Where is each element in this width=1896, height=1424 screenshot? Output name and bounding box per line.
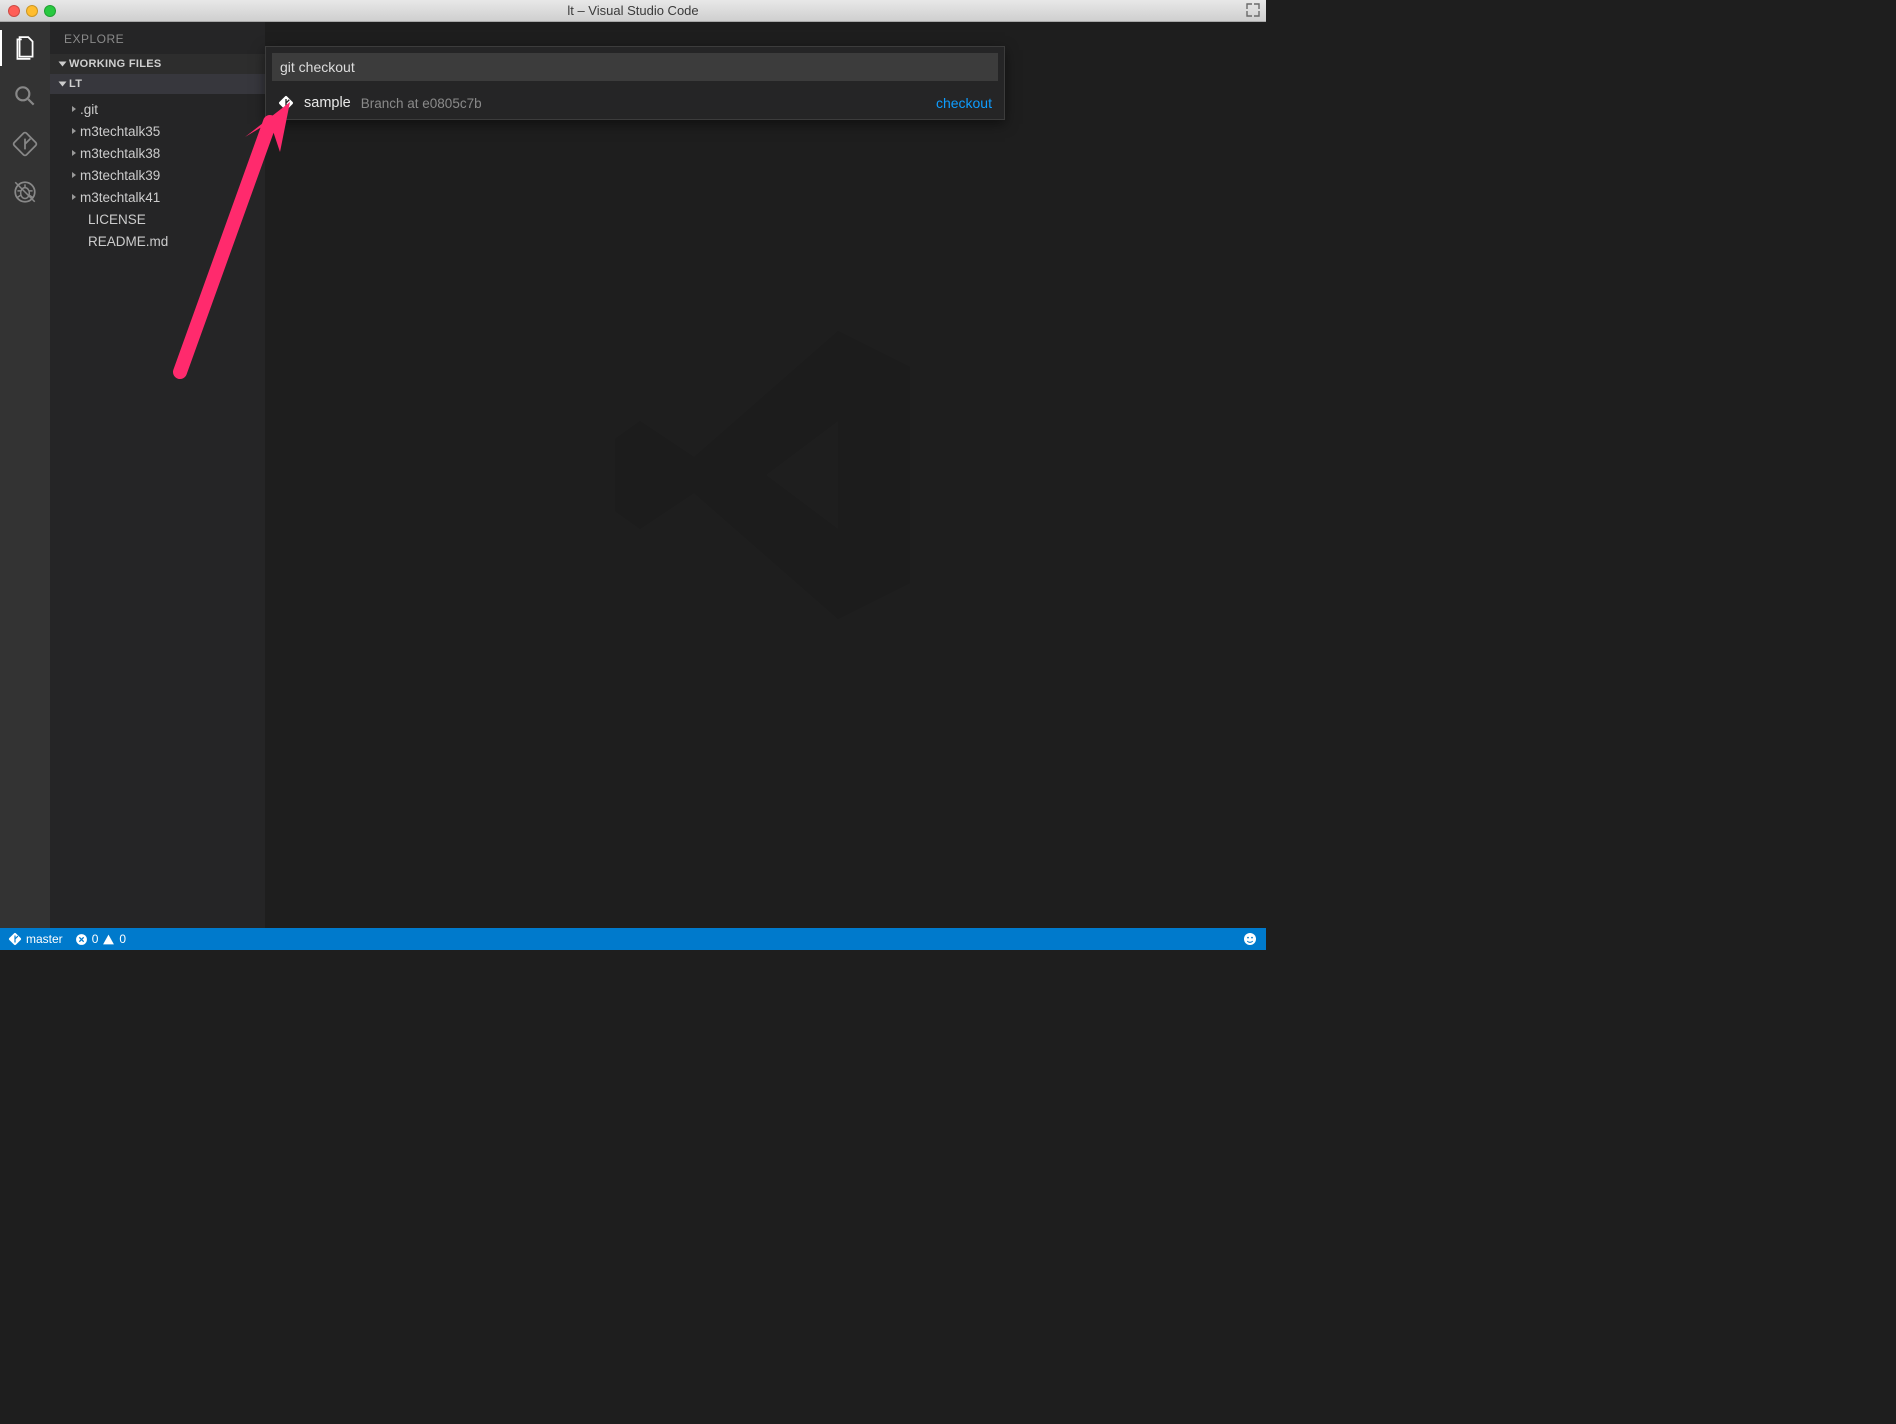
- working-files-label: WORKING FILES: [69, 58, 162, 70]
- tree-folder[interactable]: m3techtalk35: [50, 120, 265, 142]
- git-activity[interactable]: [9, 128, 41, 160]
- tree-label: LICENSE: [88, 212, 146, 227]
- chevron-down-icon: [59, 62, 67, 67]
- bug-icon: [12, 179, 38, 205]
- close-window-button[interactable]: [8, 5, 20, 17]
- fullscreen-icon[interactable]: [1246, 3, 1260, 17]
- result-secondary: Branch at e0805c7b: [361, 96, 482, 111]
- palette-result-row[interactable]: sample Branch at e0805c7b checkout: [266, 87, 1004, 119]
- tree-label: m3techtalk39: [80, 168, 160, 183]
- tree-label: m3techtalk38: [80, 146, 160, 161]
- status-bar: master 0 0: [0, 928, 1266, 950]
- chevron-right-icon: [72, 128, 76, 134]
- error-count: 0: [92, 932, 99, 946]
- activity-bar: [0, 22, 50, 928]
- chevron-right-icon: [72, 106, 76, 112]
- explorer-activity[interactable]: [9, 32, 41, 64]
- project-label: LT: [69, 78, 82, 90]
- titlebar: lt – Visual Studio Code: [0, 0, 1266, 22]
- warning-icon: [102, 933, 115, 946]
- window-title: lt – Visual Studio Code: [0, 3, 1266, 18]
- command-palette-input[interactable]: [272, 53, 998, 81]
- status-problems[interactable]: 0 0: [75, 932, 126, 946]
- search-icon: [12, 83, 38, 109]
- result-action[interactable]: checkout: [936, 95, 992, 111]
- git-branch-icon: [8, 932, 22, 946]
- tree-folder[interactable]: .git: [50, 98, 265, 120]
- branch-name: master: [26, 932, 63, 946]
- warning-count: 0: [119, 932, 126, 946]
- file-tree: .git m3techtalk35 m3techtalk38 m3techtal…: [50, 94, 265, 256]
- zoom-window-button[interactable]: [44, 5, 56, 17]
- status-feedback[interactable]: [1242, 931, 1258, 947]
- result-primary: sample: [304, 95, 351, 111]
- tree-label: .git: [80, 102, 98, 117]
- minimize-window-button[interactable]: [26, 5, 38, 17]
- project-section[interactable]: LT: [50, 74, 265, 94]
- tree-label: m3techtalk35: [80, 124, 160, 139]
- status-git-branch[interactable]: master: [8, 932, 63, 946]
- tree-file[interactable]: README.md: [50, 230, 265, 252]
- tree-label: m3techtalk41: [80, 190, 160, 205]
- explorer-sidebar: EXPLORE WORKING FILES LT .git m3techtalk…: [50, 22, 265, 928]
- working-files-section[interactable]: WORKING FILES: [50, 54, 265, 74]
- smiley-icon: [1242, 931, 1258, 947]
- git-branch-icon: [12, 131, 38, 157]
- tree-folder[interactable]: m3techtalk38: [50, 142, 265, 164]
- tree-file[interactable]: LICENSE: [50, 208, 265, 230]
- command-palette: sample Branch at e0805c7b checkout: [265, 46, 1005, 120]
- tree-folder[interactable]: m3techtalk39: [50, 164, 265, 186]
- tree-folder[interactable]: m3techtalk41: [50, 186, 265, 208]
- chevron-right-icon: [72, 194, 76, 200]
- sidebar-title: EXPLORE: [50, 22, 265, 54]
- error-icon: [75, 933, 88, 946]
- tree-label: README.md: [88, 234, 168, 249]
- files-icon: [12, 35, 38, 61]
- chevron-right-icon: [72, 172, 76, 178]
- chevron-down-icon: [59, 82, 67, 87]
- search-activity[interactable]: [9, 80, 41, 112]
- debug-activity[interactable]: [9, 176, 41, 208]
- chevron-right-icon: [72, 150, 76, 156]
- vscode-logo-watermark: [586, 295, 946, 655]
- window-controls: [8, 5, 56, 17]
- editor-area: [265, 22, 1266, 928]
- git-branch-icon: [278, 95, 294, 111]
